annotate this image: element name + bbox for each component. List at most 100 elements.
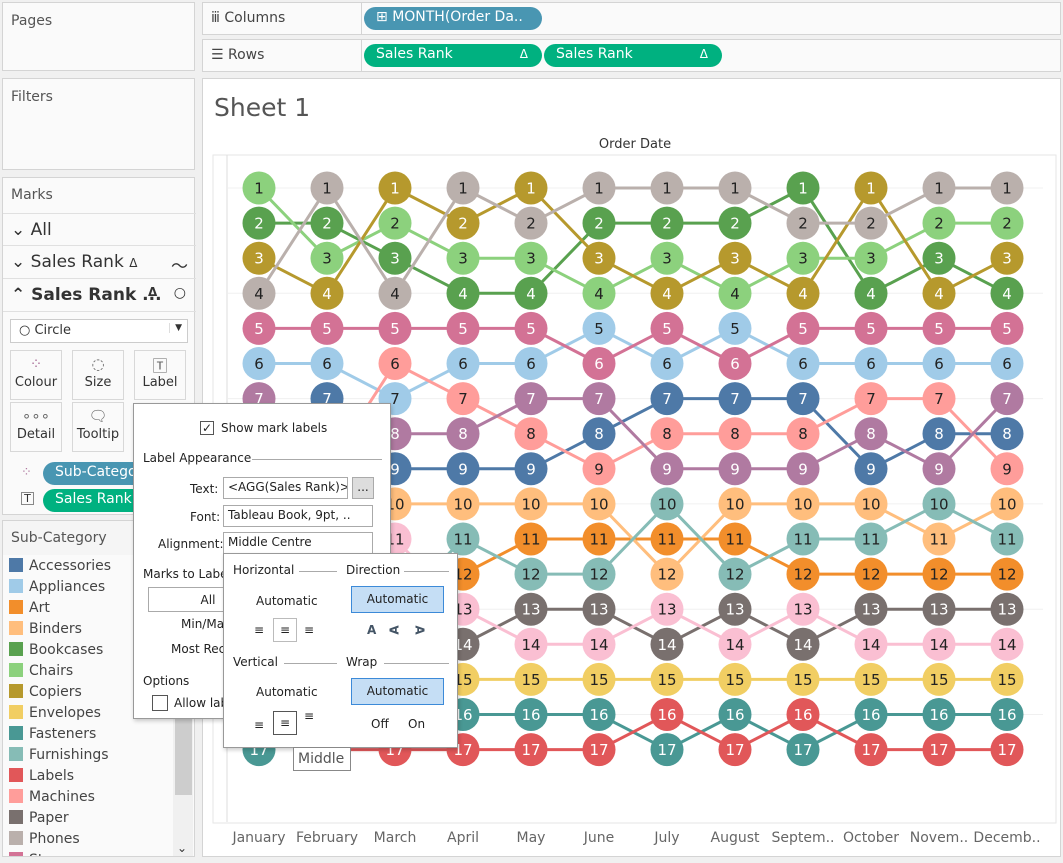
rows-icon: ☰ (211, 47, 224, 63)
align-bottom-icon[interactable]: ≡ (254, 718, 264, 732)
legend-item[interactable]: Phones (9, 831, 80, 852)
show-labels-checkbox[interactable]: ✓ (200, 421, 214, 435)
marks-sales-rank-1[interactable]: ⌄ Sales Rank Δ 〜 (3, 246, 196, 279)
direction-up-icon[interactable]: A (388, 625, 402, 634)
middle-tooltip: Middle (293, 747, 351, 771)
align-center-icon[interactable]: ≡ (273, 618, 297, 642)
pages-shelf[interactable]: Pages (2, 2, 195, 71)
alignment-label: Alignment: (158, 537, 224, 551)
legend-item[interactable]: Paper (9, 810, 69, 831)
marks-card-label: Sales Rank ... (31, 285, 162, 305)
vertical-heading: Vertical (233, 655, 278, 669)
legend-label: Phones (29, 831, 80, 847)
legend-item[interactable]: Fasteners (9, 726, 96, 747)
sales-rank-pill-2[interactable]: Sales Rank Δ (544, 44, 722, 67)
label-label: Label (142, 375, 178, 390)
wrap-heading: Wrap (346, 655, 378, 669)
legend-swatch (9, 579, 23, 593)
legend-item[interactable]: St (9, 852, 43, 856)
align-middle-icon[interactable]: ≡ (273, 711, 297, 735)
wrap-automatic[interactable]: Automatic (351, 678, 444, 705)
legend-item[interactable]: Envelopes (9, 705, 101, 726)
detail-button[interactable]: ∘∘∘ Detail (10, 402, 62, 452)
most-recent-option[interactable]: Most Rec (171, 642, 225, 656)
legend-swatch (9, 558, 23, 572)
circle-icon: ○ (173, 285, 186, 301)
colour-button[interactable]: ⁘ Colour (10, 350, 62, 400)
legend-swatch (9, 663, 23, 677)
label-icon: 🅃 (152, 357, 168, 375)
columns-shelf[interactable]: ⅲ Columns ⊞ MONTH(Order Da.. (202, 2, 1061, 35)
legend-swatch (9, 705, 23, 719)
legend-item[interactable]: Bookcases (9, 642, 103, 663)
align-top-icon[interactable]: ≡ (304, 709, 314, 723)
scroll-down-icon[interactable]: ⌄ (177, 841, 187, 855)
columns-icon: ⅲ (211, 10, 220, 26)
legend-label: Accessories (29, 558, 112, 574)
legend-item[interactable]: Chairs (9, 663, 73, 684)
marks-all[interactable]: ⌄ All (3, 213, 196, 246)
legend-item[interactable]: Furnishings (9, 747, 109, 768)
tooltip-button[interactable]: 🗨 Tooltip (72, 402, 124, 452)
tooltip-label: Tooltip (76, 427, 120, 442)
legend-item[interactable]: Copiers (9, 684, 82, 705)
direction-heading: Direction (346, 563, 401, 577)
delta-icon: Δ (519, 47, 528, 61)
horizontal-heading: Horizontal (233, 563, 295, 577)
font-value: Tableau Book, 9pt, .. (228, 508, 351, 522)
mark-type-dropdown[interactable]: ○ Circle ▼ (10, 319, 188, 343)
direction-down-icon[interactable]: A (413, 625, 427, 634)
rows-shelf[interactable]: ☰ Rows Sales Rank Δ Sales Rank Δ (202, 39, 1061, 72)
sales-rank-pill-1[interactable]: Sales Rank Δ (364, 44, 542, 67)
chevron-down-icon: ⌄ (11, 252, 26, 272)
edit-text-button[interactable]: ... (352, 477, 374, 499)
align-left-icon[interactable]: ≡ (254, 623, 264, 637)
direction-horizontal-icon[interactable]: A (367, 623, 376, 637)
alignment-dropdown[interactable]: Middle Centre (223, 532, 373, 554)
filters-shelf[interactable]: Filters (2, 78, 195, 170)
columns-label: ⅲ Columns (211, 10, 285, 26)
show-labels-text: Show mark labels (221, 421, 328, 435)
legend-item[interactable]: Appliances (9, 579, 105, 600)
direction-automatic[interactable]: Automatic (351, 586, 444, 613)
circle-icon: ○ (19, 323, 31, 338)
pill-text: Sales Rank (556, 46, 633, 62)
legend-label: Machines (29, 789, 95, 805)
marks-to-label-heading: Marks to Labe (143, 567, 228, 581)
marks-sales-rank-2[interactable]: ⌃ Sales Rank ... Δ ○ (3, 279, 196, 312)
vertical-automatic[interactable]: Automatic (256, 685, 318, 699)
colour-icon: ⁘ (29, 355, 43, 373)
appearance-heading: Label Appearance (143, 451, 252, 465)
size-button[interactable]: ◌ Size (72, 350, 124, 400)
colour-label: Colour (14, 375, 58, 390)
text-icon: T (21, 492, 34, 505)
allow-overlap-checkbox[interactable] (152, 695, 168, 711)
legend-label: Appliances (29, 579, 106, 595)
month-order-date-pill[interactable]: ⊞ MONTH(Order Da.. (364, 7, 542, 30)
legend-swatch (9, 642, 23, 656)
wrap-off[interactable]: Off (371, 717, 389, 731)
legend-label: Paper (29, 810, 69, 826)
colour-icon: ⁘ (21, 465, 32, 480)
align-right-icon[interactable]: ≡ (304, 623, 314, 637)
label-button[interactable]: 🅃 Label (134, 350, 186, 400)
legend-item[interactable]: Binders (9, 621, 82, 642)
line-icon: 〜 (171, 257, 188, 277)
rows-text: Rows (228, 47, 265, 63)
tooltip-icon: 🗨 (88, 407, 108, 425)
mark-type-value: Circle (34, 323, 71, 338)
font-dropdown[interactable]: Tableau Book, 9pt, .. (223, 505, 373, 527)
legend-swatch (9, 789, 23, 803)
legend-item[interactable]: Accessories (9, 558, 111, 579)
legend-item[interactable]: Labels (9, 768, 74, 789)
legend-item[interactable]: Art (9, 600, 50, 621)
dropdown-arrow-icon: ▼ (169, 323, 182, 333)
label-text-field[interactable]: <AGG(Sales Rank)> (223, 477, 348, 499)
legend-item[interactable]: Machines (9, 789, 95, 810)
marks-title: Marks (11, 187, 53, 203)
minmax-option[interactable]: Min/Ma (181, 617, 224, 631)
pill-text: MONTH(Order Da.. (392, 9, 523, 25)
wrap-on[interactable]: On (408, 717, 425, 731)
horizontal-automatic[interactable]: Automatic (256, 594, 318, 608)
pill-text: Sales Rank (376, 46, 453, 62)
